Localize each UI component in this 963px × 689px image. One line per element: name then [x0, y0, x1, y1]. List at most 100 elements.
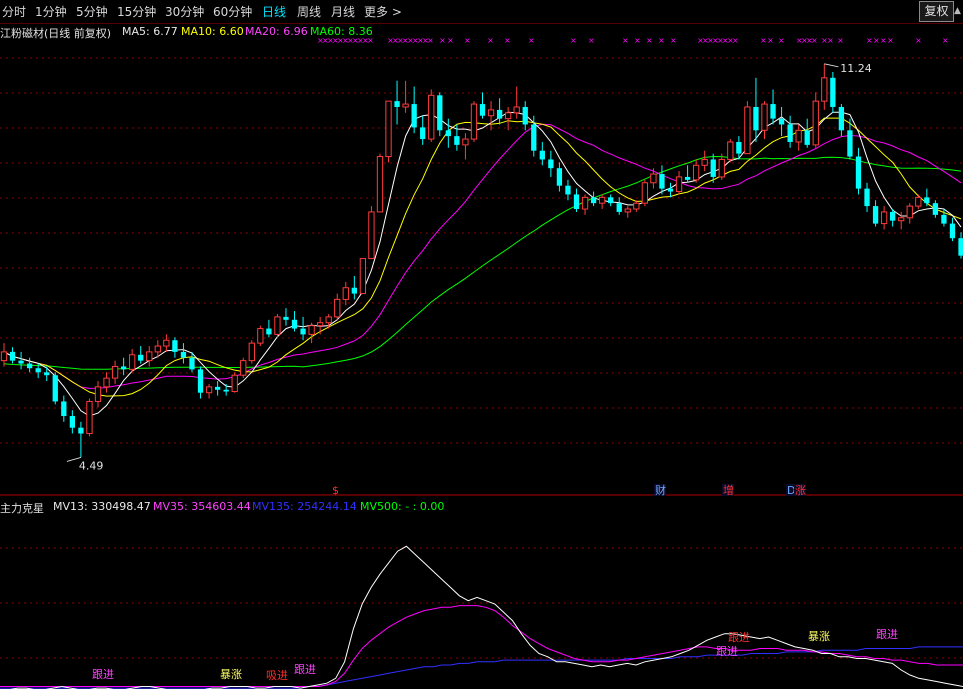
marker-x-icon: ×: [622, 36, 629, 45]
candle-body: [359, 258, 367, 295]
marker-x-icon: ×: [634, 36, 641, 45]
marker-x-icon: ×: [915, 36, 922, 45]
candle-body: [787, 124, 793, 142]
candle-body: [761, 103, 768, 131]
tab-5min[interactable]: 5分钟: [76, 3, 108, 20]
candle-body: [61, 401, 67, 417]
candle-body: [838, 106, 845, 131]
candle-body: [915, 196, 922, 207]
adjust-fq-button[interactable]: 复权: [919, 1, 954, 22]
marker-x-icon: ×: [528, 36, 535, 45]
signal-label: 跟进: [294, 663, 316, 676]
marker-x-icon: ×: [767, 36, 774, 45]
candle-body: [659, 174, 665, 189]
candle-body: [710, 159, 716, 177]
candle-body: [325, 316, 332, 324]
candle-body: [86, 400, 93, 435]
candle-body: [804, 130, 810, 145]
candle-body: [266, 328, 272, 335]
ma60-line: [3, 155, 962, 370]
signal-label: 跟进: [728, 631, 750, 644]
candle-body: [9, 351, 16, 361]
tab-more[interactable]: 更多 >: [364, 3, 402, 20]
candle-body: [138, 354, 144, 361]
scroll-up-icon[interactable]: ▲: [954, 2, 963, 20]
event-marker-label: 财: [655, 483, 666, 497]
candle-body: [864, 188, 870, 207]
tab-30min[interactable]: 30分钟: [165, 3, 204, 20]
marker-x-icon: ×: [837, 36, 844, 45]
signal-label: 暴涨: [808, 630, 830, 643]
candle-body: [795, 129, 802, 143]
marker-x-icon: ×: [504, 36, 511, 45]
candle-body: [958, 238, 963, 256]
candle-body: [641, 182, 649, 204]
candle-body: [205, 386, 213, 394]
marker-x-icon: ×: [427, 36, 434, 45]
signal-label: 跟进: [92, 668, 114, 681]
candle-body: [496, 109, 503, 119]
candle-body: [924, 197, 930, 204]
tab-15min[interactable]: 15分钟: [117, 3, 156, 20]
marker-x-icon: ×: [570, 36, 577, 45]
tab-daily[interactable]: 日线: [262, 3, 286, 20]
candle-body: [129, 354, 136, 370]
candle-body: [69, 416, 76, 428]
candle-body: [504, 112, 512, 120]
candle-body: [830, 77, 836, 107]
candle-body: [770, 104, 776, 119]
candle-body: [120, 366, 127, 370]
candle-body: [684, 176, 691, 180]
candle-body: [94, 386, 102, 402]
candle-body: [402, 103, 409, 108]
candle-body: [385, 100, 392, 158]
tab-monthly[interactable]: 月线: [331, 3, 355, 20]
mv135-line: [0, 646, 963, 689]
candle-body: [847, 130, 853, 157]
candle-body: [727, 141, 734, 160]
candle-body: [812, 100, 819, 146]
candle-body: [890, 211, 896, 221]
mv500-value: MV500: - : 0.00: [360, 500, 445, 513]
candle-body: [334, 298, 341, 318]
candle-body: [428, 94, 435, 140]
marker-x-icon: ×: [447, 36, 454, 45]
candle-body: [718, 158, 725, 178]
high-price-pointer: [824, 63, 839, 68]
candle-body: [146, 351, 153, 362]
tab-1min[interactable]: 1分钟: [35, 3, 67, 20]
ma20-line: [3, 123, 962, 389]
ma10-value: MA10: 6.60: [181, 25, 244, 38]
high-price-label: 11.24: [840, 62, 872, 75]
candle-body: [821, 77, 828, 102]
marker-x-icon: ×: [646, 36, 653, 45]
candle-body: [470, 103, 478, 140]
candle-body: [949, 223, 956, 239]
kline-chart[interactable]: 11.244.49××××××××××× ××××××××× × × × × × × × × × × ×…: [0, 23, 963, 689]
mv35-line: [0, 605, 963, 687]
candle-body: [248, 342, 255, 362]
marker-x-icon: ×: [439, 36, 446, 45]
tab-60min[interactable]: 60分钟: [213, 3, 252, 20]
tab-weekly[interactable]: 周线: [297, 3, 321, 20]
candle-body: [616, 203, 622, 212]
candle-body: [667, 188, 674, 192]
signal-label: 跟进: [876, 628, 898, 641]
candle-body: [197, 369, 204, 393]
candle-body: [283, 316, 289, 320]
mv35-value: MV35: 354603.44: [153, 500, 251, 513]
candle-body: [675, 176, 683, 193]
candle-body: [368, 211, 375, 260]
candle-body: [411, 104, 417, 128]
marker-x-icon: ×: [866, 36, 873, 45]
marker-x-icon: ×: [670, 36, 677, 45]
event-marker-label: 增: [723, 483, 734, 497]
event-marker-label: $: [332, 484, 339, 497]
candle-body: [78, 427, 84, 434]
candle-body: [513, 106, 520, 114]
marker-x-icon: ×: [588, 36, 595, 45]
candle-body: [941, 214, 947, 224]
tab-fenshi[interactable]: 分时: [2, 3, 26, 20]
candle-body: [539, 150, 545, 160]
candle-body: [420, 127, 426, 140]
